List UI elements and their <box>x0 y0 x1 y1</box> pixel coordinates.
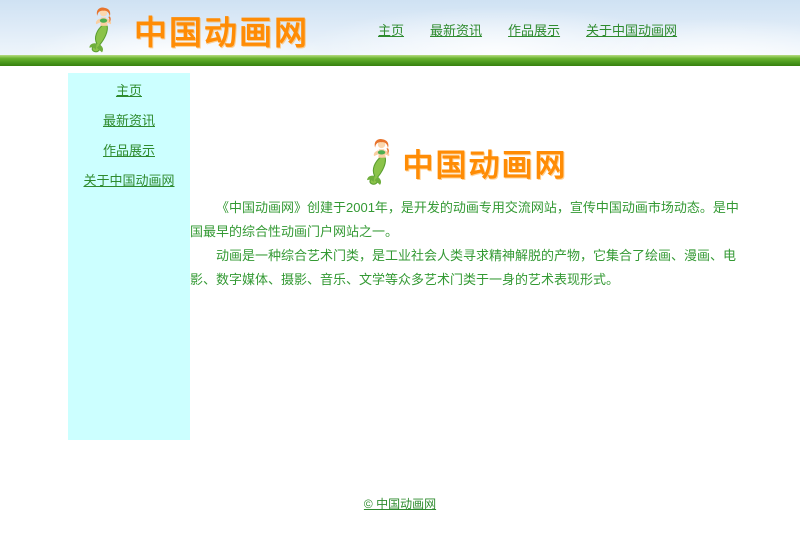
sidebar-item-home[interactable]: 主页 <box>68 84 190 97</box>
header-logo[interactable]: 中国动画网 <box>80 6 309 54</box>
intro-paragraph: 《中国动画网》创建于2001年，是开发的动画专用交流网站，宣传中国动画市场动态。… <box>190 196 740 244</box>
footer-copyright-link[interactable]: © 中国动画网 <box>364 497 436 511</box>
sidebar-item-about[interactable]: 关于中国动画网 <box>68 174 190 187</box>
nav-item-home[interactable]: 主页 <box>378 20 404 39</box>
top-nav: 主页 最新资讯 作品展示 关于中国动画网 <box>378 20 677 39</box>
sidebar: 主页 最新资讯 作品展示 关于中国动画网 <box>68 73 190 440</box>
content-logo: 中国动画网 <box>190 134 742 190</box>
nav-item-news[interactable]: 最新资讯 <box>430 20 482 39</box>
sidebar-item-news[interactable]: 最新资讯 <box>68 114 190 127</box>
mermaid-mascot-icon <box>80 6 126 54</box>
nav-item-about[interactable]: 关于中国动画网 <box>586 20 677 39</box>
intro-paragraph: 动画是一种综合艺术门类，是工业社会人类寻求精神解脱的产物，它集合了绘画、漫画、电… <box>190 244 740 292</box>
content-site-title: 中国动画网 <box>403 140 568 185</box>
mermaid-mascot-icon <box>365 137 397 187</box>
nav-item-works[interactable]: 作品展示 <box>508 20 560 39</box>
footer: © 中国动画网 <box>0 495 800 513</box>
intro-text: 《中国动画网》创建于2001年，是开发的动画专用交流网站，宣传中国动画市场动态。… <box>190 196 740 292</box>
site-title: 中国动画网 <box>134 6 309 54</box>
sidebar-item-works[interactable]: 作品展示 <box>68 144 190 157</box>
header-divider-bar <box>0 55 800 66</box>
header: 中国动画网 主页 最新资讯 作品展示 关于中国动画网 <box>0 0 800 55</box>
